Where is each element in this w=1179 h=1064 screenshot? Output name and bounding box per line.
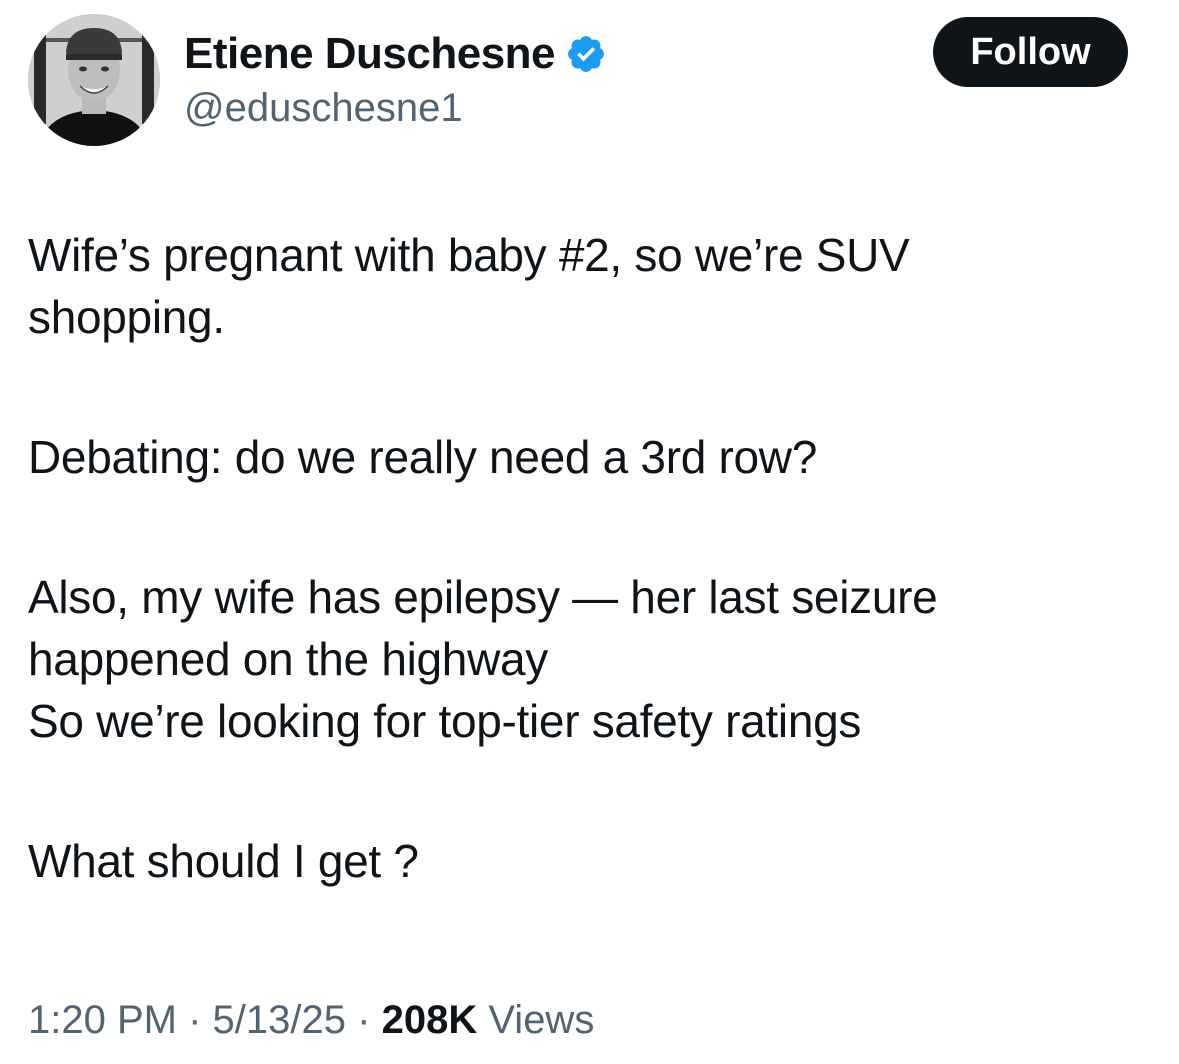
author-handle[interactable]: @eduschesne1	[184, 84, 463, 132]
tweet-line: shopping.	[28, 291, 225, 343]
author-name-text: Etiene Duschesne	[184, 29, 556, 78]
tweet-metadata: 1:20 PM · 5/13/25 · 208K Views	[28, 992, 594, 1048]
tweet-body: Wife’s pregnant with baby #2, so we’re S…	[28, 224, 1148, 892]
tweet-line: Wife’s pregnant with baby #2, so we’re S…	[28, 229, 910, 281]
verified-badge-icon[interactable]	[565, 33, 607, 75]
tweet-date[interactable]: 5/13/25	[213, 998, 346, 1042]
meta-separator: ·	[188, 998, 202, 1042]
tweet-line: What should I get ?	[28, 835, 419, 887]
meta-separator: ·	[357, 998, 371, 1042]
tweet-line: happened on the highway	[28, 633, 548, 685]
avatar[interactable]	[28, 14, 160, 146]
tweet-line: So we’re looking for top-tier safety rat…	[28, 695, 862, 747]
tweet-line: Also, my wife has epilepsy — her last se…	[28, 571, 938, 623]
profile-photo	[28, 14, 160, 146]
tweet-line: Debating: do we really need a 3rd row?	[28, 431, 817, 483]
author-display-name[interactable]: Etiene Duschesne	[184, 28, 607, 80]
views-label: Views	[488, 998, 595, 1042]
tweet-time[interactable]: 1:20 PM	[28, 998, 177, 1042]
views-link[interactable]: 208K Views	[382, 998, 595, 1042]
follow-button[interactable]: Follow	[933, 17, 1128, 87]
views-count: 208K	[381, 998, 478, 1042]
